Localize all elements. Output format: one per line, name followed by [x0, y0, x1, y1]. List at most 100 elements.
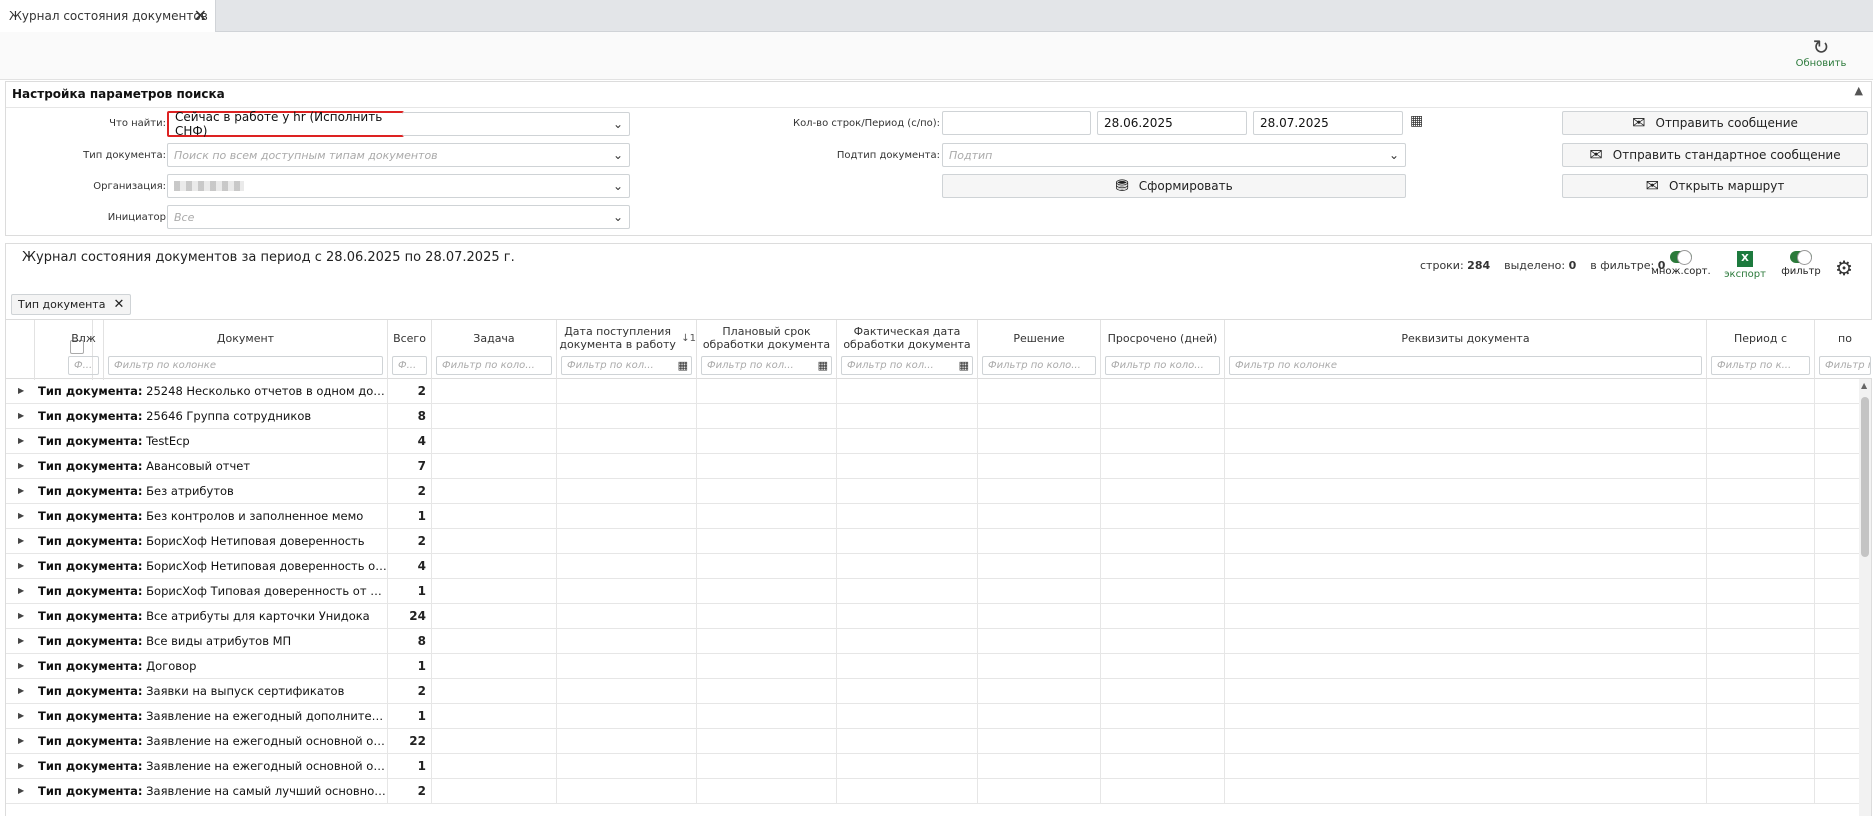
header-document[interactable]: Документ Фильтр по колонке — [104, 320, 388, 380]
filter-input[interactable]: Фильтр по колонке — [1229, 356, 1702, 375]
table-row[interactable]: ▶ Тип документа: Заявление на ежегодный о… — [6, 729, 1862, 754]
expand-row-icon[interactable]: ▶ — [18, 736, 24, 745]
expand-row-icon[interactable]: ▶ — [18, 711, 24, 720]
expand-row-icon[interactable]: ▶ — [18, 586, 24, 595]
filter-input[interactable]: Фильтр по к... — [1711, 356, 1810, 375]
multisort-toggle[interactable]: множ.сорт. — [1646, 250, 1716, 277]
table-cell — [697, 779, 837, 804]
filter-input[interactable]: Фильтр по кол... ▦ — [841, 356, 973, 375]
date-to-input[interactable]: 28.07.2025 — [1253, 111, 1403, 135]
rows-count-input[interactable] — [942, 111, 1091, 135]
table-row[interactable]: ▶ Тип документа: Все виды атрибутов МП 8 — [6, 629, 1862, 654]
header-label: Период с — [1733, 331, 1788, 345]
scroll-up-icon[interactable]: ▲ — [1861, 381, 1867, 390]
filter-input[interactable]: Ф... — [68, 356, 99, 375]
close-icon[interactable]: ✕ — [113, 297, 124, 312]
filter-input[interactable]: Фильтр п... — [1819, 356, 1871, 375]
header-task[interactable]: Задача Фильтр по коло... — [432, 320, 557, 380]
filter-input[interactable]: Фильтр по колонке — [108, 356, 383, 375]
header-actual-date[interactable]: Фактическая дата обработки документа Фил… — [837, 320, 978, 380]
filter-input[interactable]: Фильтр по коло... — [1105, 356, 1220, 375]
calendar-icon[interactable]: ▦ — [959, 357, 969, 374]
expand-row-icon[interactable]: ▶ — [18, 486, 24, 495]
open-route-button[interactable]: ✉ Открыть маршрут — [1562, 174, 1868, 198]
table-row[interactable]: ▶ Тип документа: Без атрибутов 2 — [6, 479, 1862, 504]
header-period-to[interactable]: по Фильтр п... — [1815, 320, 1873, 380]
table-row[interactable]: ▶ Тип документа: TestEcp 4 — [6, 429, 1862, 454]
table-cell — [837, 654, 978, 679]
group-name: Заявление на ежегодный основной отп... — [146, 759, 388, 773]
header-requisites[interactable]: Реквизиты документа Фильтр по колонке — [1225, 320, 1707, 380]
expand-row-icon[interactable]: ▶ — [18, 411, 24, 420]
expand-row-icon[interactable]: ▶ — [18, 386, 24, 395]
header-total[interactable]: Всего Ф... — [388, 320, 432, 380]
gear-icon[interactable]: ⚙ — [1835, 256, 1853, 280]
table-row[interactable]: ▶ Тип документа: Авансовый отчет 7 — [6, 454, 1862, 479]
date-from-input[interactable]: 28.06.2025 — [1097, 111, 1247, 135]
send-message-button[interactable]: ✉ Отправить сообщение — [1562, 111, 1868, 135]
table-row[interactable]: ▶ Тип документа: Все атрибуты для карточк… — [6, 604, 1862, 629]
search-settings-panel: Настройка параметров поиска ▲ Что найти:… — [5, 81, 1872, 236]
table-row[interactable]: ▶ Тип документа: БорисХоф Нетиповая довер… — [6, 554, 1862, 579]
table-row[interactable]: ▶ Тип документа: 25646 Группа сотрудников… — [6, 404, 1862, 429]
group-total: 2 — [417, 684, 426, 698]
group-chip[interactable]: Тип документа ✕ — [11, 294, 132, 315]
table-cell — [1225, 729, 1707, 754]
table-row[interactable]: ▶ Тип документа: Договор 1 — [6, 654, 1862, 679]
sort-desc-icon[interactable]: ↓1 — [681, 332, 696, 345]
header-overdue[interactable]: Просрочено (дней) Фильтр по коло... — [1101, 320, 1225, 380]
table-cell — [432, 754, 557, 779]
table-cell — [837, 379, 978, 404]
expand-row-icon[interactable]: ▶ — [18, 436, 24, 445]
table-row[interactable]: ▶ Тип документа: Заявление на ежегодный д… — [6, 704, 1862, 729]
subtype-select[interactable]: Подтип ⌄ — [942, 143, 1406, 167]
calendar-icon[interactable]: ▦ — [818, 357, 828, 374]
table-row[interactable]: ▶ Тип документа: БорисХоф Нетиповая довер… — [6, 529, 1862, 554]
header-received-date[interactable]: Дата поступления документа в работу ↓1 Ф… — [557, 320, 697, 380]
header-period-from[interactable]: Период с Фильтр по к... — [1707, 320, 1815, 380]
initiator-select[interactable]: Все ⌄ — [167, 205, 630, 229]
filter-input[interactable]: Фильтр по кол... ▦ — [561, 356, 692, 375]
table-row[interactable]: ▶ Тип документа: 25248 Несколько отчетов … — [6, 379, 1862, 404]
expand-row-icon[interactable]: ▶ — [18, 786, 24, 795]
header-planned-date[interactable]: Плановый срок обработки документа Фильтр… — [697, 320, 837, 380]
expand-row-icon[interactable]: ▶ — [18, 761, 24, 770]
table-row[interactable]: ▶ Тип документа: Заявление на ежегодный о… — [6, 754, 1862, 779]
expand-row-icon[interactable]: ▶ — [18, 536, 24, 545]
what-select-arrow[interactable]: ⌄ — [402, 112, 630, 136]
export-button[interactable]: X экспорт — [1720, 251, 1770, 280]
filter-input[interactable]: Фильтр по коло... — [982, 356, 1096, 375]
filter-toggle[interactable]: фильтр — [1776, 250, 1826, 277]
table-row[interactable]: ▶ Тип документа: БорисХоф Типовая доверен… — [6, 579, 1862, 604]
calendar-icon[interactable]: ▦ — [1410, 113, 1423, 129]
filter-input[interactable]: Фильтр по коло... — [436, 356, 552, 375]
expand-row-icon[interactable]: ▶ — [18, 686, 24, 695]
expand-row-icon[interactable]: ▶ — [18, 661, 24, 670]
refresh-button[interactable]: ↻ Обновить — [1791, 36, 1851, 69]
header-decision[interactable]: Решение Фильтр по коло... — [978, 320, 1101, 380]
tab-document-journal[interactable]: Журнал состояния документов ✕ — [0, 0, 216, 32]
what-select[interactable]: Сейчас в работе у hr (Исполнить СНФ) — [167, 110, 404, 138]
table-row[interactable]: ▶ Тип документа: Заявление на самый лучши… — [6, 779, 1862, 804]
send-standard-message-button[interactable]: ✉ Отправить стандартное сообщение — [1562, 143, 1868, 167]
org-select[interactable]: ⌄ — [167, 174, 630, 198]
filter-input[interactable]: Фильтр по кол... ▦ — [701, 356, 832, 375]
table-row[interactable]: ▶ Тип документа: Без контролов и заполнен… — [6, 504, 1862, 529]
vertical-scrollbar[interactable]: ▲ — [1859, 379, 1871, 816]
form-report-button[interactable]: ⛃ Сформировать — [942, 174, 1406, 198]
table-row[interactable]: ▶ Тип документа: Заявки на выпуск сертифи… — [6, 679, 1862, 704]
expand-row-icon[interactable]: ▶ — [18, 611, 24, 620]
close-icon[interactable]: ✕ — [194, 6, 207, 25]
header-attach[interactable]: Влж Ф... — [64, 320, 104, 380]
doctype-select[interactable]: Поиск по всем доступным типам документов… — [167, 143, 630, 167]
expand-row-icon[interactable]: ▶ — [18, 636, 24, 645]
filter-input[interactable]: Ф... — [392, 356, 427, 375]
chevron-up-icon[interactable]: ▲ — [1855, 84, 1863, 97]
table-cell — [557, 454, 697, 479]
calendar-icon[interactable]: ▦ — [678, 357, 688, 374]
expand-row-icon[interactable]: ▶ — [18, 511, 24, 520]
expand-row-icon[interactable]: ▶ — [18, 561, 24, 570]
expand-row-icon[interactable]: ▶ — [18, 461, 24, 470]
scrollbar-thumb[interactable] — [1861, 397, 1869, 557]
group-total: 2 — [417, 784, 426, 798]
